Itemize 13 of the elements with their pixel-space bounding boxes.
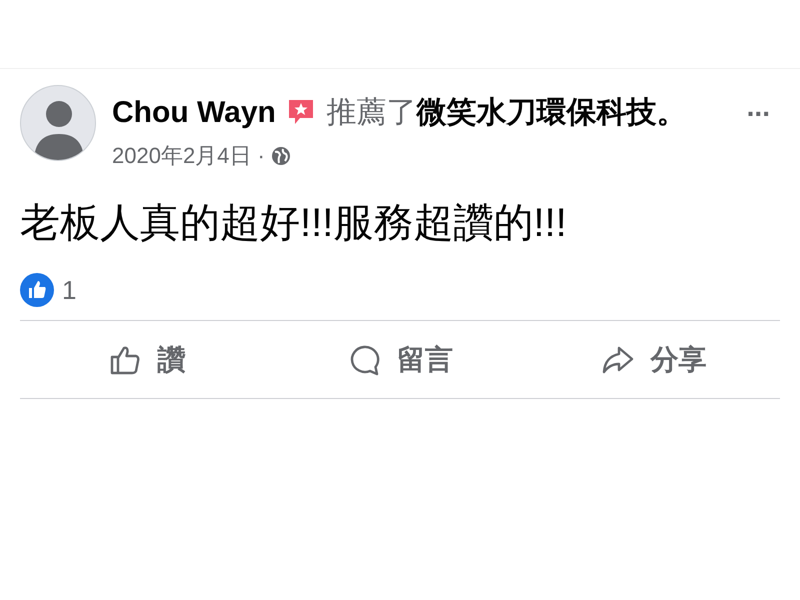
page-name[interactable]: 微笑水刀環保科技。	[416, 96, 687, 129]
globe-icon	[270, 146, 291, 166]
comment-button[interactable]: 留言	[273, 332, 527, 388]
more-options-button[interactable]: ...	[732, 89, 780, 125]
share-button[interactable]: 分享	[526, 332, 780, 388]
post-date[interactable]: 2020年2月4日 ·	[112, 139, 265, 172]
author-name[interactable]: Chou Wayn	[112, 96, 276, 129]
reaction-count[interactable]: 1	[62, 270, 76, 310]
post-text: 老板人真的超好!!!服務超讚的!!!	[20, 200, 568, 247]
person-silhouette-icon	[34, 100, 84, 160]
like-button[interactable]: 讚	[20, 332, 274, 388]
like-reaction-icon	[20, 273, 54, 307]
recommend-text: 推薦了	[326, 96, 417, 129]
